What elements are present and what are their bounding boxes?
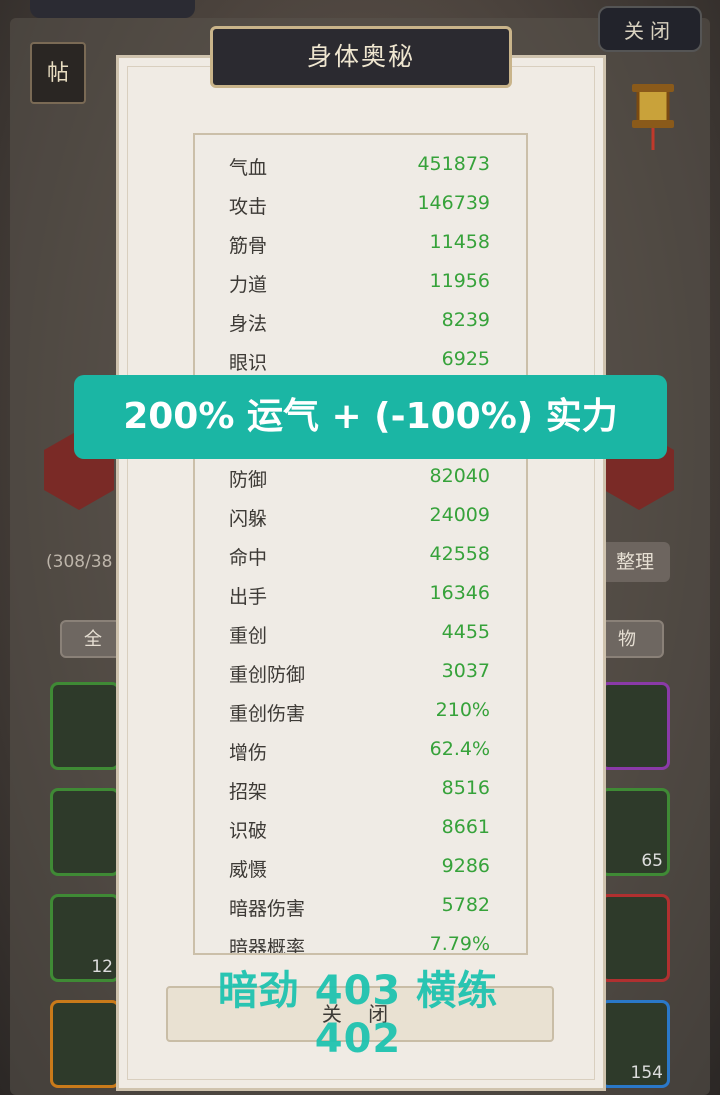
stat-row: 重创防御 3037	[195, 650, 526, 689]
stat-value: 8661	[441, 816, 490, 838]
stat-row: 命中 42558	[195, 533, 526, 572]
stat-label: 防御	[229, 469, 268, 491]
stat-row: 招架 8516	[195, 767, 526, 806]
stat-label: 眼识	[229, 352, 268, 374]
stat-label: 暗器概率	[229, 937, 306, 955]
stat-row: 气血 451873	[195, 143, 526, 182]
stat-value: 4455	[441, 621, 490, 643]
stat-value: 82040	[429, 465, 490, 487]
stat-row: 出手 16346	[195, 572, 526, 611]
sort-button[interactable]: 整理	[600, 542, 670, 582]
item-slot[interactable]: 154	[600, 1000, 670, 1088]
close-top-button[interactable]: 关闭	[598, 6, 702, 52]
stat-row: 攻击 146739	[195, 182, 526, 221]
top-tab[interactable]	[30, 0, 195, 18]
stat-value: 62.4%	[429, 738, 490, 760]
stat-value: 146739	[417, 192, 490, 214]
stat-row: 身法 8239	[195, 299, 526, 338]
stat-label: 重创伤害	[229, 703, 306, 725]
stat-label: 招架	[229, 781, 268, 803]
stat-value: 5782	[441, 894, 490, 916]
post-icon[interactable]: 帖	[30, 42, 86, 104]
stat-label: 暗器伤害	[229, 898, 306, 920]
stats-list[interactable]: 气血 451873 攻击 146739 筋骨 11458 力道 11956 身法 8239…	[193, 133, 528, 955]
item-slot[interactable]	[50, 1000, 120, 1088]
stat-label: 命中	[229, 547, 268, 569]
stat-row: 暗器伤害 5782	[195, 884, 526, 923]
stat-row: 增伤 62.4%	[195, 728, 526, 767]
stat-row: 暗器概率 7.79%	[195, 923, 526, 955]
stat-row: 识破 8661	[195, 806, 526, 845]
stat-label: 气血	[229, 157, 268, 179]
item-count: 65	[641, 851, 663, 871]
stat-value: 210%	[435, 699, 490, 721]
stat-row: 闪躲 24009	[195, 494, 526, 533]
stat-label: 增伤	[229, 742, 268, 764]
stat-value: 6925	[441, 348, 490, 370]
stat-row: 防御 82040	[195, 455, 526, 494]
stat-label: 力道	[229, 274, 268, 296]
stat-value: 24009	[429, 504, 490, 526]
stat-label: 筋骨	[229, 235, 268, 257]
stat-label: 识破	[229, 820, 268, 842]
stat-value: 42558	[429, 543, 490, 565]
stat-row: 眼识 6925	[195, 338, 526, 377]
stat-row: 威慑 9286	[195, 845, 526, 884]
item-slot[interactable]	[50, 788, 120, 876]
inventory-count: (308/38	[46, 552, 113, 572]
stat-label: 闪躲	[229, 508, 268, 530]
item-slot[interactable]	[50, 682, 120, 770]
effect-banner: 200% 运气 + (-100%) 实力	[74, 375, 667, 459]
stat-value: 8516	[441, 777, 490, 799]
modal-title: 身体奥秘	[210, 26, 512, 88]
stat-value: 11458	[429, 231, 490, 253]
item-slot[interactable]	[600, 682, 670, 770]
stat-row: 筋骨 11458	[195, 221, 526, 260]
lantern-icon	[632, 84, 674, 150]
stat-value: 9286	[441, 855, 490, 877]
stat-row: 重创伤害 210%	[195, 689, 526, 728]
stat-label: 攻击	[229, 196, 268, 218]
stat-label: 重创	[229, 625, 268, 647]
stat-label: 重创防御	[229, 664, 306, 686]
stat-value: 11956	[429, 270, 490, 292]
item-count: 12	[91, 957, 113, 977]
stat-value: 7.79%	[429, 933, 490, 955]
stat-value: 8239	[441, 309, 490, 331]
stat-value: 451873	[417, 153, 490, 175]
stat-value: 3037	[441, 660, 490, 682]
item-slot[interactable]	[600, 894, 670, 982]
stat-row: 重创 4455	[195, 611, 526, 650]
stat-row: 力道 11956	[195, 260, 526, 299]
caption-text: 暗劲 403 横练 402	[217, 968, 499, 1062]
stat-label: 威慑	[229, 859, 268, 881]
item-slot[interactable]: 65	[600, 788, 670, 876]
stat-label: 身法	[229, 313, 268, 335]
filter-item-button[interactable]: 物	[600, 620, 664, 658]
stat-value: 16346	[429, 582, 490, 604]
item-slot[interactable]: 12	[50, 894, 120, 982]
stat-label: 出手	[229, 586, 268, 608]
item-count: 154	[630, 1063, 663, 1083]
